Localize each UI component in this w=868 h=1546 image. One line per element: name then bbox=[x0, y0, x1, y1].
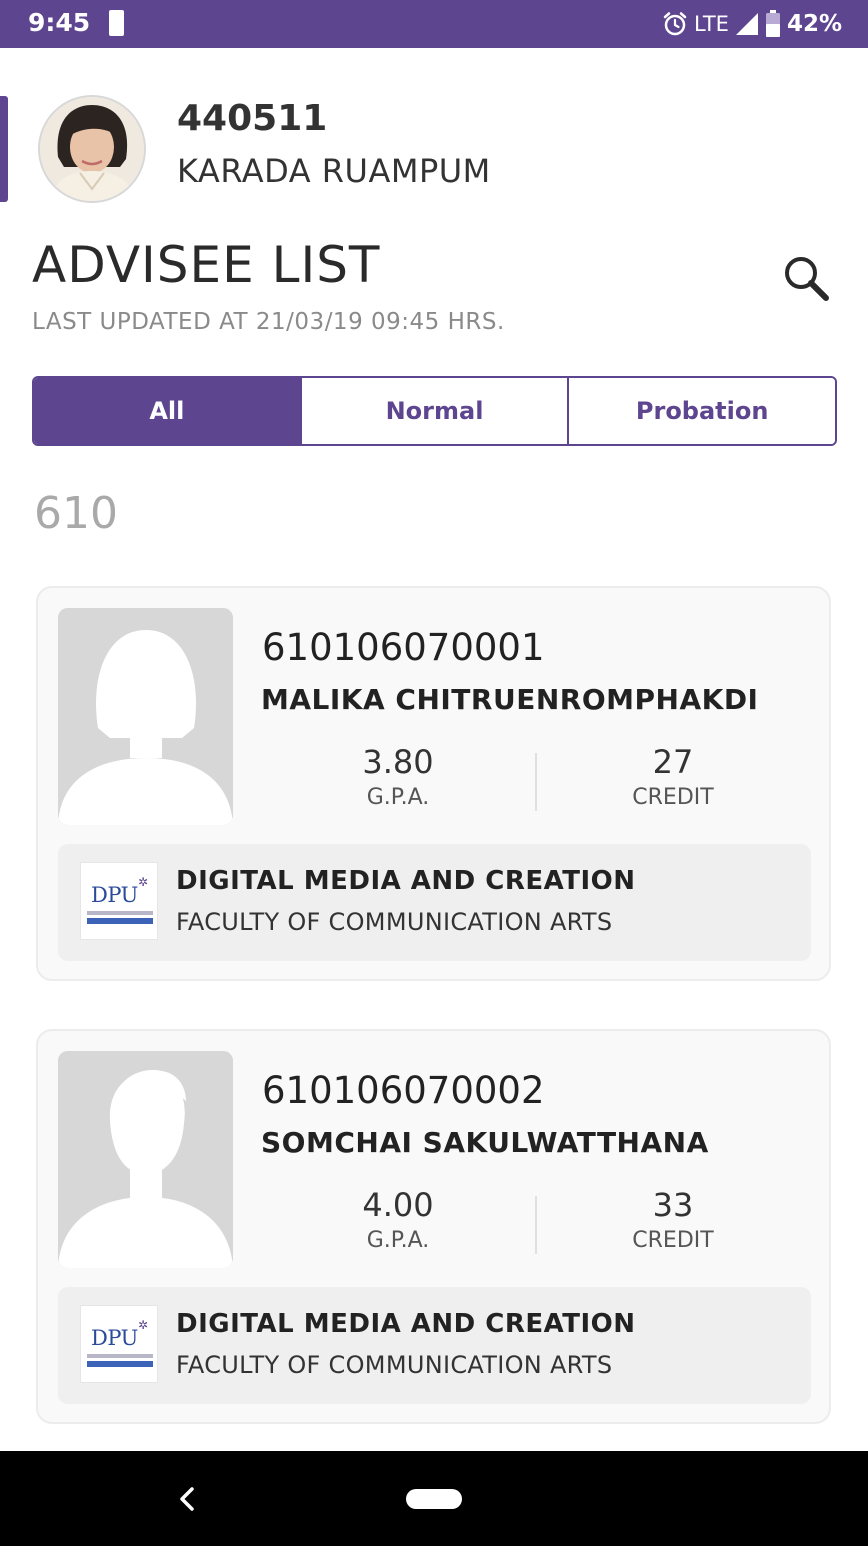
faculty-box: DPU ✲ DIGITAL MEDIA AND CREATION FACULTY… bbox=[58, 844, 811, 961]
student-id: 610106070001 bbox=[262, 626, 545, 669]
credit-value: 27 bbox=[652, 743, 694, 781]
status-time: 9:45 bbox=[28, 8, 91, 37]
program-name: DIGITAL MEDIA AND CREATION bbox=[176, 866, 636, 896]
stat-divider bbox=[535, 1196, 537, 1254]
status-bar: 9:45 LTE 42% bbox=[0, 0, 868, 48]
female-avatar-placeholder bbox=[58, 608, 233, 825]
gpa-label: G.P.A. bbox=[366, 1228, 430, 1253]
student-name: MALIKA CHITRUENROMPHAKDI bbox=[261, 683, 759, 716]
stat-divider bbox=[535, 753, 537, 811]
dpu-logo: DPU ✲ bbox=[80, 1305, 158, 1383]
page-title: ADVISEE LIST bbox=[32, 236, 381, 294]
search-icon[interactable] bbox=[780, 252, 832, 304]
tab-all[interactable]: All bbox=[34, 378, 300, 444]
status-indicators: LTE 42% bbox=[662, 8, 842, 40]
student-name: SOMCHAI SAKULWATTHANA bbox=[261, 1126, 709, 1159]
logo-band bbox=[87, 918, 153, 924]
gpa-stat: 3.80 G.P.A. bbox=[308, 743, 488, 810]
filter-tabs: All Normal Probation bbox=[32, 376, 837, 446]
tab-normal[interactable]: Normal bbox=[299, 378, 568, 444]
dpu-logo-text: DPU bbox=[91, 1326, 138, 1350]
back-icon[interactable] bbox=[172, 1479, 202, 1519]
profile-accent-bar bbox=[0, 96, 8, 202]
system-nav-bar bbox=[0, 1451, 868, 1546]
faculty-name: FACULTY OF COMMUNICATION ARTS bbox=[176, 908, 613, 936]
advisee-card[interactable]: 610106070001 MALIKA CHITRUENROMPHAKDI 3.… bbox=[36, 586, 831, 981]
home-icon[interactable] bbox=[406, 1489, 462, 1509]
advisee-card[interactable]: 610106070002 SOMCHAI SAKULWATTHANA 4.00 … bbox=[36, 1029, 831, 1424]
gpa-stat: 4.00 G.P.A. bbox=[308, 1186, 488, 1253]
dpu-logo: DPU ✲ bbox=[80, 862, 158, 940]
last-updated-text: LAST UPDATED AT 21/03/19 09:45 HRS. bbox=[32, 309, 505, 335]
credit-label: CREDIT bbox=[632, 785, 714, 810]
advisor-name: KARADA RUAMPUM bbox=[177, 152, 491, 190]
sim-card-icon bbox=[109, 10, 124, 36]
program-name: DIGITAL MEDIA AND CREATION bbox=[176, 1309, 636, 1339]
signal-icon bbox=[735, 12, 759, 36]
faculty-name: FACULTY OF COMMUNICATION ARTS bbox=[176, 1351, 613, 1379]
advisor-id: 440511 bbox=[177, 98, 328, 139]
gpa-value: 3.80 bbox=[362, 743, 434, 781]
battery-icon bbox=[765, 10, 781, 38]
logo-subtitle bbox=[87, 1354, 153, 1358]
gpa-label: G.P.A. bbox=[366, 785, 430, 810]
logo-subtitle bbox=[87, 911, 153, 915]
logo-mark-icon: ✲ bbox=[138, 1318, 149, 1332]
credit-value: 33 bbox=[652, 1186, 694, 1224]
logo-mark-icon: ✲ bbox=[138, 875, 149, 889]
network-type: LTE bbox=[694, 12, 729, 36]
credit-stat: 27 CREDIT bbox=[583, 743, 763, 810]
gpa-value: 4.00 bbox=[362, 1186, 434, 1224]
profile-photo[interactable] bbox=[38, 95, 146, 203]
credit-stat: 33 CREDIT bbox=[583, 1186, 763, 1253]
battery-percent: 42% bbox=[786, 11, 842, 37]
tab-probation[interactable]: Probation bbox=[567, 378, 835, 444]
student-id: 610106070002 bbox=[262, 1069, 545, 1112]
faculty-box: DPU ✲ DIGITAL MEDIA AND CREATION FACULTY… bbox=[58, 1287, 811, 1404]
alarm-icon bbox=[662, 11, 688, 37]
logo-band bbox=[87, 1361, 153, 1367]
group-heading: 610 bbox=[34, 488, 118, 539]
credit-label: CREDIT bbox=[632, 1228, 714, 1253]
male-avatar-placeholder bbox=[58, 1051, 233, 1268]
dpu-logo-text: DPU bbox=[91, 883, 138, 907]
